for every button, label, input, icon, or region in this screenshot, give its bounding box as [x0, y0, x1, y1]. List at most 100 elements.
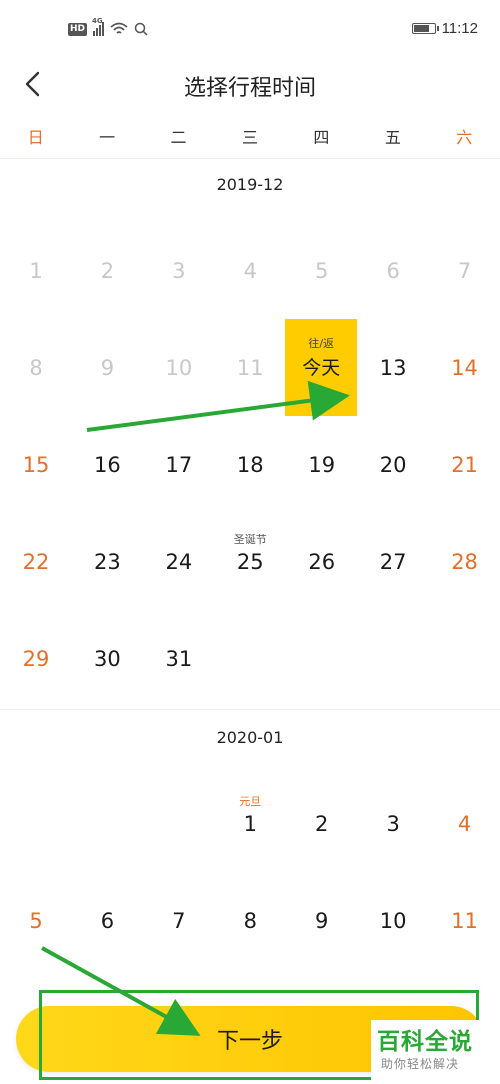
calendar-day[interactable]: 27: [357, 513, 429, 610]
day-number: 3: [172, 259, 186, 283]
day-number: 10: [379, 909, 407, 933]
day-number: 6: [100, 909, 115, 933]
calendar-day: 9: [71, 319, 143, 416]
day-note: 元旦: [239, 795, 262, 808]
day-number: 30: [94, 647, 121, 671]
calendar-day[interactable]: 2: [286, 775, 358, 872]
calendar-day[interactable]: 31: [143, 610, 215, 707]
watermark-sub: 助你轻松解决: [381, 1057, 460, 1071]
day-number: 22: [22, 550, 50, 574]
calendar-day[interactable]: 11: [429, 872, 500, 969]
calendar-day: 11: [214, 319, 286, 416]
day-number: 2: [315, 812, 329, 836]
nav-bar: 选择行程时间: [0, 62, 500, 108]
day-number: 24: [165, 550, 193, 574]
calendar-day[interactable]: 7: [143, 872, 215, 969]
calendar-day[interactable]: 30: [71, 610, 143, 707]
day-number: 3: [386, 812, 400, 836]
calendar-day[interactable]: 29: [0, 610, 72, 707]
calendar-day[interactable]: 14: [429, 319, 500, 416]
day-number: 7: [172, 909, 186, 933]
calendar-day[interactable]: 16: [71, 416, 143, 513]
day-number: 21: [451, 453, 478, 477]
day-number: 15: [22, 453, 50, 477]
calendar-day[interactable]: 24: [143, 513, 215, 610]
calendar-day[interactable]: 23: [71, 513, 143, 610]
day-number: 1: [243, 812, 257, 836]
calendar-day[interactable]: 20: [357, 416, 429, 513]
calendar-day: 1: [0, 222, 72, 319]
weekday-sun: 日: [27, 128, 44, 147]
calendar-day[interactable]: 28: [429, 513, 500, 610]
day-number: 25: [236, 550, 264, 574]
day-number: 29: [22, 647, 50, 671]
calendar-day[interactable]: 13: [357, 319, 429, 416]
calendar-day[interactable]: 15: [0, 416, 72, 513]
day-number: 28: [451, 550, 478, 574]
calendar-day: 3: [143, 222, 215, 319]
status-icons-left: HD 4G: [68, 17, 148, 36]
day-number: 9: [100, 356, 115, 380]
weekday-wed: 三: [241, 128, 258, 147]
calendar-day[interactable]: 元旦 1: [214, 775, 286, 872]
signal-icon: 4G: [92, 17, 105, 36]
weekday-header: 日 一 二 三 四 五 六: [0, 118, 500, 159]
calendar-day[interactable]: 18: [214, 416, 286, 513]
status-bar: HD 4G 11:12: [0, 0, 500, 62]
calendar-day[interactable]: 21: [429, 416, 500, 513]
day-number: 2: [100, 259, 115, 283]
calendar-day[interactable]: 8: [214, 872, 286, 969]
calendar-day[interactable]: 26: [286, 513, 358, 610]
network-type: 4G: [92, 17, 103, 25]
month-divider: [0, 709, 500, 710]
day-number: 6: [386, 259, 400, 283]
day-number: 10: [165, 356, 193, 380]
calendar-day: 2: [71, 222, 143, 319]
day-number: 7: [457, 259, 472, 283]
day-number: 26: [308, 550, 336, 574]
search-icon: [134, 22, 148, 36]
day-number: 14: [451, 356, 478, 380]
day-note: 圣诞节: [233, 533, 267, 546]
calendar-day: 4: [214, 222, 286, 319]
battery-icon: [411, 23, 439, 34]
day-note: 往/返: [308, 337, 335, 350]
calendar-day: 6: [357, 222, 429, 319]
calendar-day[interactable]: 3: [357, 775, 429, 872]
day-number: 4: [243, 259, 257, 283]
day-number: 今天: [302, 357, 341, 379]
day-number: 1: [29, 259, 43, 283]
watermark-logo: 百科全说 助你轻松解决: [371, 1020, 493, 1080]
weekday-thu: 四: [313, 128, 330, 147]
calendar-day-today[interactable]: 往/返今天: [285, 319, 358, 416]
calendar-day[interactable]: 19: [286, 416, 358, 513]
calendar-day[interactable]: 5: [0, 872, 72, 969]
calendar-day: 8: [0, 319, 72, 416]
calendar-day[interactable]: 圣诞节 25: [214, 513, 286, 610]
hd-badge: HD: [68, 22, 88, 36]
weekday-mon: 一: [99, 128, 116, 147]
calendar-day[interactable]: 22: [0, 513, 72, 610]
day-number: 4: [457, 812, 472, 836]
weekday-tue: 二: [170, 128, 187, 147]
calendar-day[interactable]: 10: [357, 872, 429, 969]
day-number: 13: [379, 356, 407, 380]
calendar-day: 10: [143, 319, 215, 416]
month-label-2020-01: 2020-01: [216, 728, 284, 747]
day-number: 27: [379, 550, 407, 574]
calendar-day: 5: [286, 222, 358, 319]
day-number: 11: [451, 909, 478, 933]
day-number: 17: [165, 453, 193, 477]
watermark-main: 百科全说: [377, 1029, 473, 1055]
day-number: 16: [94, 453, 121, 477]
calendar-day[interactable]: 4: [429, 775, 500, 872]
month-label-2019-12: 2019-12: [216, 175, 284, 194]
day-number: 5: [29, 909, 43, 933]
day-number: 11: [236, 356, 264, 380]
day-number: 8: [29, 356, 43, 380]
calendar-day[interactable]: 9: [286, 872, 358, 969]
day-number: 20: [379, 453, 407, 477]
status-icons-right: 11:12: [411, 20, 478, 37]
calendar-day[interactable]: 6: [71, 872, 143, 969]
calendar-day[interactable]: 17: [143, 416, 215, 513]
